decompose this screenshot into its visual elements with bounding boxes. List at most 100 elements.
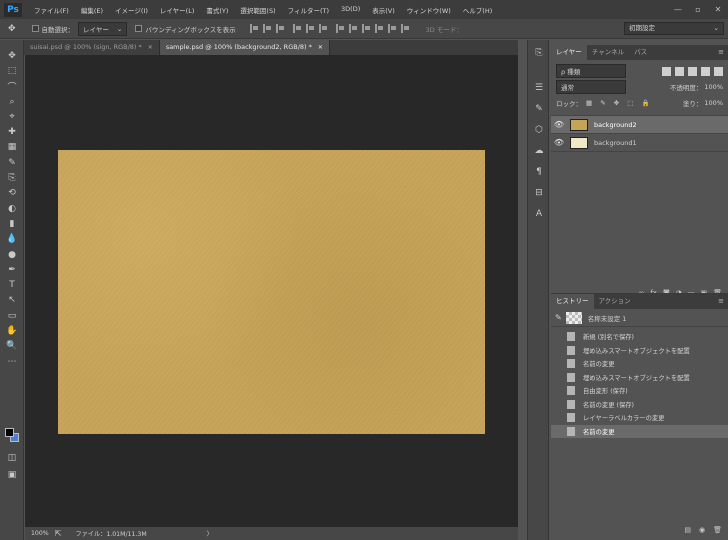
align-bottom-icon[interactable] — [275, 24, 285, 33]
zoom-tool-icon[interactable]: 🔍 — [0, 339, 24, 354]
zoom-level[interactable]: 100% — [31, 530, 49, 537]
distribute-right-icon[interactable] — [400, 24, 410, 33]
color-swatches[interactable] — [5, 428, 21, 444]
auto-select-checkbox[interactable] — [31, 25, 39, 32]
align-hcenter-icon[interactable] — [305, 24, 315, 33]
history-brush-icon[interactable]: ✎ — [555, 313, 562, 322]
menu-item-8[interactable]: 表示(V) — [366, 5, 401, 15]
path-select-tool-icon[interactable]: ↖ — [0, 293, 24, 308]
character-panel-icon[interactable]: A — [528, 203, 550, 224]
healing-brush-tool-icon[interactable]: ✚ — [0, 124, 24, 139]
foreground-color-swatch[interactable] — [5, 428, 14, 437]
fill-value[interactable]: 100% — [704, 99, 723, 107]
menu-item-3[interactable]: レイヤー(L) — [154, 5, 201, 15]
history-brush-tool-icon[interactable]: ⟲ — [0, 186, 24, 201]
layer-kind-dropdown[interactable]: ρ 種類 — [556, 64, 626, 78]
type-tool-icon[interactable]: T — [0, 277, 24, 292]
tab-sample[interactable]: sample.psd @ 100% (background2, RGB/8) *… — [159, 40, 330, 55]
gradient-tool-icon[interactable]: ▮ — [0, 216, 24, 231]
lasso-tool-icon[interactable]: ⌒ — [0, 79, 24, 94]
lock-icons[interactable]: ▦ ✎ ✥ ⬚ 🔒 — [586, 99, 653, 107]
layer-name[interactable]: background1 — [594, 139, 637, 147]
marquee-tool-icon[interactable]: ⬚ — [0, 63, 24, 78]
layer-name[interactable]: background2 — [594, 121, 637, 129]
trash-icon[interactable]: 🗑 — [713, 526, 722, 534]
crop-tool-icon[interactable]: ▦ — [0, 140, 24, 155]
dodge-tool-icon[interactable]: ● — [0, 247, 24, 262]
filter-shape-icon[interactable] — [701, 66, 710, 76]
maximize-button[interactable]: ▫ — [688, 0, 708, 19]
tab-channels[interactable]: チャンネル — [587, 45, 629, 60]
more-tools-icon[interactable]: ⋯ — [0, 354, 24, 369]
eyedropper-tool-icon[interactable]: ⌖ — [0, 109, 24, 124]
menu-item-6[interactable]: フィルター(T) — [282, 5, 335, 15]
history-item[interactable]: 名前の変更 — [551, 424, 728, 438]
menu-item-4[interactable]: 書式(Y) — [200, 5, 234, 15]
quick-select-tool-icon[interactable]: ⌕ — [0, 94, 24, 109]
history-item[interactable]: 名前の変更 (保存) — [551, 398, 728, 412]
distribute-top-icon[interactable] — [335, 24, 345, 33]
layer-thumbnail[interactable] — [570, 118, 588, 131]
filter-adjustment-icon[interactable] — [675, 66, 684, 76]
align-vcenter-icon[interactable] — [262, 24, 272, 33]
layer-row[interactable]: 👁 background1 — [551, 134, 728, 152]
move-tool-icon[interactable]: ✥ — [8, 24, 16, 34]
tab-paths[interactable]: パス — [629, 45, 652, 60]
bounding-box-option[interactable]: バウンディングボックスを表示 — [135, 24, 236, 34]
brush-panel-icon[interactable]: ✎ — [528, 98, 550, 119]
menu-item-7[interactable]: 3D(D) — [335, 5, 366, 15]
auto-select-option[interactable]: 自動選択： — [31, 24, 74, 34]
properties-panel-icon[interactable]: ☰ — [528, 77, 550, 98]
status-arrow-icon[interactable]: 〉 — [207, 529, 213, 538]
bounding-box-checkbox[interactable] — [135, 25, 143, 32]
screen-mode-icon[interactable]: ▣ — [0, 467, 24, 482]
3d-panel-icon[interactable]: ⬡ — [528, 119, 550, 140]
history-panel-icon[interactable]: ⎘ — [528, 42, 550, 63]
history-item[interactable]: 新規 (別名で保存) — [551, 330, 728, 344]
distribute-vcenter-icon[interactable] — [348, 24, 358, 33]
move-tool-icon[interactable]: ✥ — [0, 48, 24, 63]
document-canvas[interactable] — [58, 150, 485, 434]
align-right-icon[interactable] — [318, 24, 328, 33]
opacity-value[interactable]: 100% — [704, 83, 723, 91]
tab-suisai[interactable]: suisai.psd @ 100% (sign, RGB/8) * ✕ — [24, 40, 160, 55]
hand-tool-icon[interactable]: ✋ — [0, 323, 24, 338]
panel-menu-icon[interactable]: ≡ — [718, 294, 724, 309]
close-button[interactable]: ✕ — [708, 0, 728, 19]
filter-type-icon[interactable] — [688, 66, 697, 76]
close-icon[interactable]: ✕ — [318, 40, 323, 55]
paragraph-panel-icon[interactable]: ¶ — [528, 161, 550, 182]
menu-item-10[interactable]: ヘルプ(H) — [457, 5, 498, 15]
eraser-tool-icon[interactable]: ◐ — [0, 201, 24, 216]
layer-thumbnail[interactable] — [570, 136, 588, 149]
history-snapshot[interactable]: ✎ 名称未設定 1 — [551, 309, 728, 327]
filter-smart-object-icon[interactable] — [714, 66, 723, 76]
workspace-dropdown[interactable]: 初期設定 ⌄ — [624, 22, 724, 35]
align-panel-icon[interactable]: ⊟ — [528, 182, 550, 203]
distribute-bottom-icon[interactable] — [361, 24, 371, 33]
align-top-icon[interactable] — [249, 24, 259, 33]
visibility-eye-icon[interactable]: 👁 — [551, 120, 567, 129]
tab-history[interactable]: ヒストリー — [551, 294, 594, 309]
distribute-left-icon[interactable] — [374, 24, 384, 33]
blur-tool-icon[interactable]: 💧 — [0, 232, 24, 247]
menu-item-9[interactable]: ウィンドウ(W) — [401, 5, 457, 15]
panel-menu-icon[interactable]: ≡ — [718, 45, 724, 60]
close-icon[interactable]: ✕ — [148, 40, 153, 55]
menu-item-2[interactable]: イメージ(I) — [109, 5, 154, 15]
cc-libraries-icon[interactable]: ☁ — [528, 140, 550, 161]
distribute-hcenter-icon[interactable] — [387, 24, 397, 33]
minimize-button[interactable]: — — [668, 0, 688, 19]
menu-item-5[interactable]: 選択範囲(S) — [234, 5, 281, 15]
rectangle-tool-icon[interactable]: ▭ — [0, 308, 24, 323]
align-left-icon[interactable] — [292, 24, 302, 33]
history-item[interactable]: 埋め込みスマートオブジェクトを配置 — [551, 344, 728, 358]
history-item[interactable]: 自由変形 (保存) — [551, 384, 728, 398]
clone-stamp-tool-icon[interactable]: ⎘ — [0, 170, 24, 185]
blend-mode-dropdown[interactable]: 通常 — [556, 80, 626, 94]
layer-row[interactable]: 👁 background2 — [551, 116, 728, 134]
auto-select-target-dropdown[interactable]: レイヤー ⌄ — [78, 21, 128, 36]
visibility-eye-icon[interactable]: 👁 — [551, 138, 567, 147]
tab-actions[interactable]: アクション — [594, 294, 636, 309]
filter-pixel-icon[interactable] — [662, 66, 671, 76]
